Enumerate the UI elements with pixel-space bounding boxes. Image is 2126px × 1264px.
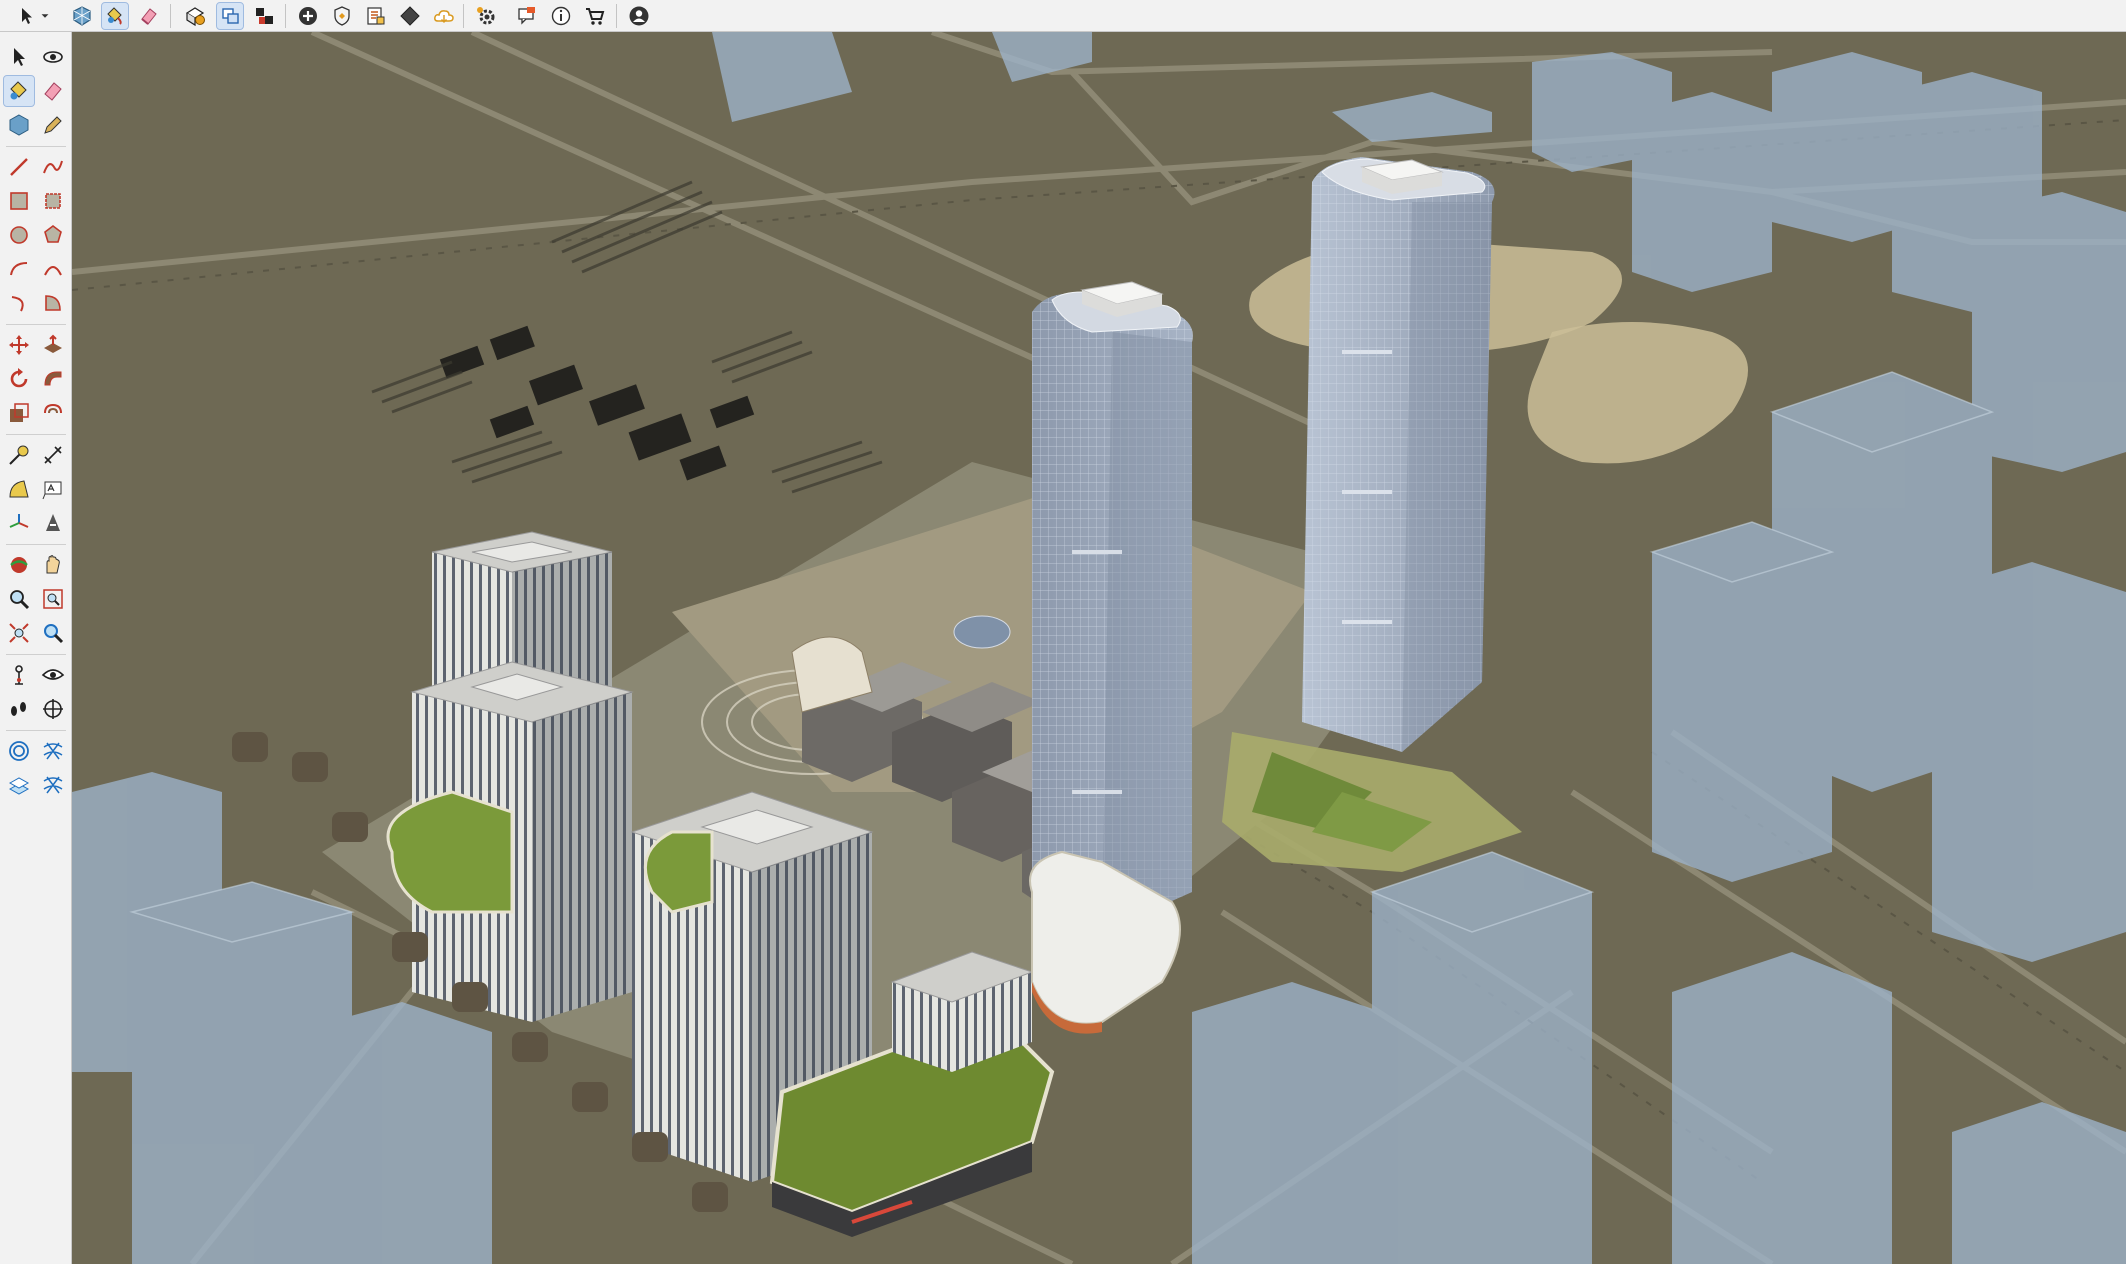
eraser-icon[interactable] — [136, 3, 162, 29]
offset-icon[interactable] — [38, 398, 68, 428]
axes-icon[interactable] — [4, 508, 34, 538]
protractor-icon[interactable] — [4, 474, 34, 504]
checkerboard-icon[interactable] — [397, 3, 423, 29]
three-point-arc-icon[interactable] — [4, 288, 34, 318]
select-icon[interactable] — [4, 42, 34, 72]
model-viewport[interactable] — [72, 32, 2126, 1264]
two-point-arc-icon[interactable] — [38, 254, 68, 284]
sandbox-stamp-icon[interactable] — [38, 736, 68, 766]
glass-tower-1 — [1029, 281, 1193, 1034]
section-plane-icon[interactable] — [38, 694, 68, 724]
extension-warehouse-icon[interactable] — [251, 3, 277, 29]
components-icon[interactable] — [216, 2, 244, 30]
scene-canvas — [72, 32, 2126, 1264]
polygon-icon[interactable] — [38, 220, 68, 250]
look-around-icon[interactable] — [38, 660, 68, 690]
dimension-icon[interactable] — [38, 440, 68, 470]
left-toolbar — [0, 32, 72, 1264]
zoom-icon[interactable] — [4, 584, 34, 614]
freehand-icon[interactable] — [38, 152, 68, 182]
chat-icon[interactable] — [514, 3, 540, 29]
rectangle-icon[interactable] — [4, 186, 34, 216]
text-icon[interactable] — [38, 474, 68, 504]
walk-icon[interactable] — [4, 694, 34, 724]
scale-icon[interactable] — [4, 398, 34, 428]
add-circle-icon[interactable] — [295, 3, 321, 29]
follow-me-icon[interactable] — [38, 364, 68, 394]
pie-icon[interactable] — [38, 288, 68, 318]
tape-measure-icon[interactable] — [4, 440, 34, 470]
gear-icon[interactable] — [473, 3, 499, 29]
sandbox-from-contours-icon[interactable] — [4, 736, 34, 766]
sandbox-flip-icon[interactable] — [38, 770, 68, 800]
components-icon[interactable] — [4, 110, 34, 140]
cart-icon[interactable] — [582, 3, 608, 29]
user-account-icon[interactable] — [626, 3, 652, 29]
model-info-icon[interactable] — [182, 3, 208, 29]
paint-bucket-icon[interactable] — [3, 75, 35, 107]
orbit-tool-icon[interactable] — [4, 550, 34, 580]
position-camera-icon[interactable] — [4, 660, 34, 690]
chevron-down-icon[interactable] — [38, 3, 52, 29]
line-icon[interactable] — [4, 152, 34, 182]
previous-view-icon[interactable] — [38, 618, 68, 648]
3d-text-icon[interactable] — [38, 508, 68, 538]
cloud-icon[interactable] — [431, 3, 457, 29]
orbit-icon[interactable] — [38, 42, 68, 72]
top-toolbar — [0, 0, 2126, 32]
3d-warehouse-icon[interactable] — [69, 3, 95, 29]
zoom-extents-icon[interactable] — [4, 618, 34, 648]
circle-icon[interactable] — [4, 220, 34, 250]
pan-icon[interactable] — [38, 550, 68, 580]
shield-icon[interactable] — [329, 3, 355, 29]
arc-icon[interactable] — [4, 254, 34, 284]
rotated-rectangle-icon[interactable] — [38, 186, 68, 216]
glass-tower-2 — [1302, 157, 1495, 752]
zoom-window-icon[interactable] — [38, 584, 68, 614]
pencil-icon[interactable] — [38, 110, 68, 140]
select-arrow-icon[interactable] — [14, 3, 40, 29]
sandbox-drape-icon[interactable] — [4, 770, 34, 800]
layout-icon[interactable] — [363, 3, 389, 29]
paint-bucket-icon[interactable] — [101, 2, 129, 30]
move-icon[interactable] — [4, 330, 34, 360]
eraser-icon[interactable] — [38, 76, 68, 106]
push-pull-icon[interactable] — [38, 330, 68, 360]
rotate-icon[interactable] — [4, 364, 34, 394]
info-icon[interactable] — [548, 3, 574, 29]
